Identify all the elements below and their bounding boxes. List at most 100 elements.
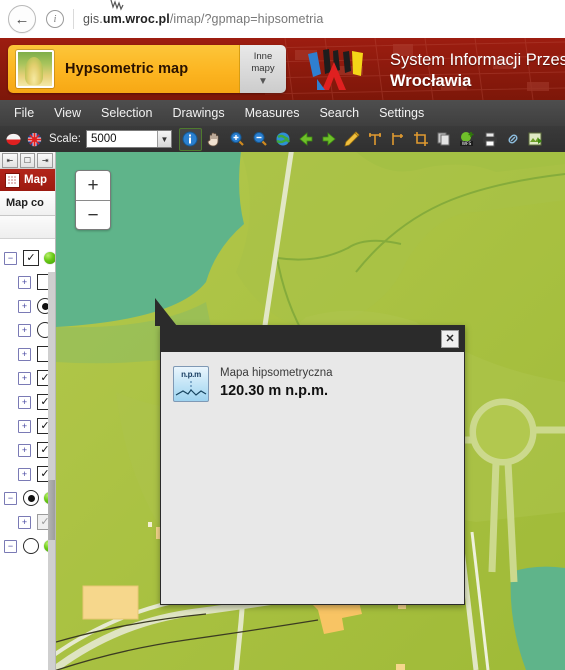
layer-tree-row[interactable]: + ✓ <box>0 438 55 462</box>
menu-item-file[interactable]: File <box>4 103 44 123</box>
layer-tree-row[interactable]: − <box>0 534 55 558</box>
popup-pointer-tail <box>155 298 177 326</box>
svg-text:WFS: WFS <box>462 141 472 147</box>
layer-tree-row[interactable]: + ✓ <box>0 390 55 414</box>
left-sidebar: ⇤ ☐ ⇥ Map Map co − ✓ + + + + + ✓ + ✓ + ✓… <box>0 152 56 670</box>
collapse-minus-icon[interactable]: − <box>4 491 17 505</box>
zoom-in-button[interactable]: + <box>76 171 110 201</box>
sidebar-panel-label: Map co <box>6 197 44 209</box>
popup-content: Mapa hipsometryczna 120.30 m n.p.m. <box>220 366 333 590</box>
layer-tree-row[interactable]: + ✓ <box>0 414 55 438</box>
popup-body: n.p.m Mapa hipsometryczna 120.30 m n.p.m… <box>160 352 465 605</box>
url-text[interactable]: gis.um.wroc.pl/imap/?gpmap=hipsometria <box>83 12 323 26</box>
toolbar-button-group: WFS <box>178 127 549 151</box>
sidebar-tab-map[interactable]: Map <box>0 169 55 191</box>
main-toolbar: Scale: ▼ <box>0 126 565 153</box>
app-logo-box[interactable]: Hypsometric map Inne mapy ▼ <box>8 45 286 93</box>
other-maps-label-line2: mapy <box>251 62 275 74</box>
layer-tree-row[interactable]: + <box>0 294 55 318</box>
menu-item-search[interactable]: Search <box>309 103 369 123</box>
permalink-icon[interactable] <box>503 129 524 150</box>
menu-item-view[interactable]: View <box>44 103 91 123</box>
url-host: um.wroc.pl <box>102 12 170 26</box>
layer-tree-row[interactable]: + <box>0 270 55 294</box>
layer-tree-row[interactable]: + ✓ <box>0 366 55 390</box>
collapse-minus-icon[interactable]: − <box>4 251 17 265</box>
print-icon[interactable] <box>480 129 501 150</box>
site-title-line2: Wrocławia <box>390 72 472 90</box>
main-menu-bar: File View Selection Drawings Measures Se… <box>0 100 565 126</box>
pan-hand-icon[interactable] <box>204 129 225 150</box>
app-logo-main[interactable]: Hypsometric map <box>8 45 239 93</box>
url-prefix: gis. <box>83 12 103 26</box>
other-maps-label-line1: Inne <box>253 50 273 62</box>
expand-plus-icon[interactable]: + <box>18 419 31 433</box>
site-header: Hypsometric map Inne mapy ▼ System Infor… <box>0 38 565 100</box>
layer-tree-row[interactable]: − <box>0 486 55 510</box>
layer-tree-row[interactable]: + ✓ <box>0 510 55 534</box>
menu-item-settings[interactable]: Settings <box>369 103 434 123</box>
expand-plus-icon[interactable]: + <box>18 467 31 481</box>
scale-input[interactable] <box>86 131 157 147</box>
info-icon[interactable]: i <box>46 10 64 28</box>
next-view-arrow-icon[interactable] <box>319 129 340 150</box>
full-extent-globe-icon[interactable] <box>273 129 294 150</box>
crop-selection-icon[interactable] <box>411 129 432 150</box>
expand-plus-icon[interactable]: + <box>18 347 31 361</box>
npm-elevation-icon: n.p.m <box>173 366 209 402</box>
layer-tree: − ✓ + + + + + ✓ + ✓ + ✓ + ✓ + ✓ − + ✓ − <box>0 239 55 558</box>
sidebar-tool-strip[interactable] <box>0 216 55 239</box>
collapse-left-icon[interactable]: ⇤ <box>2 152 18 168</box>
draw-pencil-icon[interactable] <box>342 129 363 150</box>
sidebar-scrollbar[interactable] <box>48 272 55 670</box>
zoom-out-icon[interactable] <box>250 129 271 150</box>
identify-info-icon[interactable] <box>178 127 202 151</box>
url-divider <box>73 9 74 29</box>
scale-combobox[interactable]: ▼ <box>85 130 172 148</box>
map-grid-icon <box>5 172 20 188</box>
expand-plus-icon[interactable]: + <box>18 371 31 385</box>
sidebar-panel-map-content[interactable]: Map co <box>0 191 55 216</box>
chevron-down-icon[interactable]: ▼ <box>156 131 171 147</box>
layer-tree-row[interactable]: − ✓ <box>0 246 55 270</box>
previous-view-arrow-icon[interactable] <box>296 129 317 150</box>
export-image-icon[interactable] <box>526 129 547 150</box>
zoom-in-icon[interactable] <box>227 129 248 150</box>
browser-address-bar: ← i gis.um.wroc.pl/imap/?gpmap=hipsometr… <box>0 0 565 39</box>
uk-flag-icon[interactable] <box>27 132 42 147</box>
menu-item-selection[interactable]: Selection <box>91 103 162 123</box>
layer-radio[interactable] <box>23 490 39 506</box>
poland-flag-icon[interactable] <box>6 132 21 147</box>
copy-layers-icon[interactable] <box>434 129 455 150</box>
layer-tree-row[interactable]: + <box>0 318 55 342</box>
layer-status-dot <box>44 252 55 264</box>
expand-plus-icon[interactable]: + <box>18 299 31 313</box>
scale-label: Scale: <box>49 133 81 145</box>
zoom-out-button[interactable]: − <box>76 201 110 229</box>
expand-plus-icon[interactable]: + <box>18 515 31 529</box>
popup-layer-name: Mapa hipsometryczna <box>220 367 333 379</box>
expand-plus-icon[interactable]: + <box>18 323 31 337</box>
expand-right-icon[interactable]: ⇥ <box>37 152 54 168</box>
restore-icon[interactable]: ☐ <box>19 152 36 168</box>
menu-item-drawings[interactable]: Drawings <box>162 103 234 123</box>
expand-plus-icon[interactable]: + <box>18 395 31 409</box>
hypsometric-thumbnail-icon <box>16 50 54 88</box>
layer-checkbox[interactable]: ✓ <box>23 250 39 266</box>
expand-plus-icon[interactable]: + <box>18 443 31 457</box>
back-arrow-icon[interactable]: ← <box>8 5 36 33</box>
layer-tree-row[interactable]: + ✓ <box>0 462 55 486</box>
url-path: /imap/?gpmap=hipsometria <box>169 12 324 26</box>
add-wfs-icon[interactable]: WFS <box>457 129 478 150</box>
expand-plus-icon[interactable]: + <box>18 275 31 289</box>
measure-angle-icon[interactable] <box>388 129 409 150</box>
measure-distance-icon[interactable] <box>365 129 386 150</box>
collapse-minus-icon[interactable]: − <box>4 539 17 553</box>
layer-tree-row[interactable]: + <box>0 342 55 366</box>
site-title-line1: System Informacji Przestrz <box>390 51 565 69</box>
layer-radio[interactable] <box>23 538 39 554</box>
sidebar-scrollbar-thumb[interactable] <box>48 480 55 540</box>
other-maps-button[interactable]: Inne mapy ▼ <box>239 45 286 93</box>
menu-item-measures[interactable]: Measures <box>235 103 310 123</box>
close-icon[interactable]: ✕ <box>441 330 459 348</box>
